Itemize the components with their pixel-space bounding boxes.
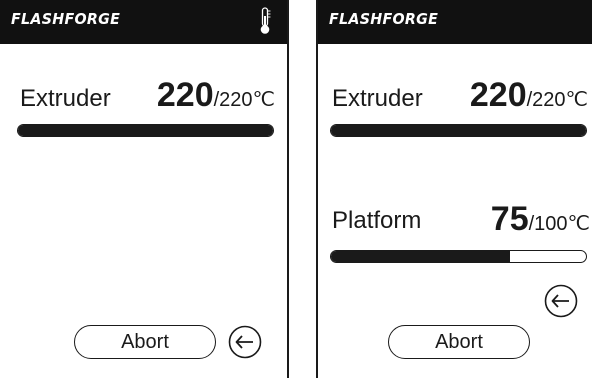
top-bar: FLASHFORGE [0,0,287,44]
top-bar: FLASHFORGE [318,0,592,44]
extruder-progress-bar [330,124,587,137]
extruder-platform-heating-screen: FLASHFORGE Extruder 220/220℃ Platform 75… [318,0,592,378]
extruder-target-temp: /220℃ [213,89,275,111]
extruder-label: Extruder [332,85,423,112]
thermometer-icon [260,7,271,34]
extruder-current-temp: 220 [469,76,527,114]
abort-button[interactable]: Abort [74,325,216,359]
extruder-heating-screen: FLASHFORGE Extruder 220/220℃ Abort [0,0,287,378]
platform-progress-fill [331,251,510,262]
platform-progress-bar [330,250,587,263]
abort-button[interactable]: Abort [388,325,530,359]
platform-target-temp: /100℃ [528,213,590,235]
extruder-target-temp: /220℃ [526,89,588,111]
brand-logo: FLASHFORGE [329,10,439,28]
platform-current-temp: 75 [490,200,529,238]
extruder-temperature: 220/220℃ [157,76,275,115]
platform-label: Platform [332,207,422,234]
extruder-temperature: 220/220℃ [470,76,588,115]
screen-edge-left [287,0,289,378]
platform-temperature: 75/100℃ [491,200,590,239]
extruder-progress-bar [17,124,274,137]
extruder-progress-fill [331,125,586,136]
extruder-progress-fill [18,125,273,136]
brand-logo: FLASHFORGE [11,10,121,28]
extruder-current-temp: 220 [156,76,214,114]
back-arrow-icon[interactable] [228,325,262,359]
extruder-label: Extruder [20,85,111,112]
back-arrow-icon[interactable] [544,284,578,318]
